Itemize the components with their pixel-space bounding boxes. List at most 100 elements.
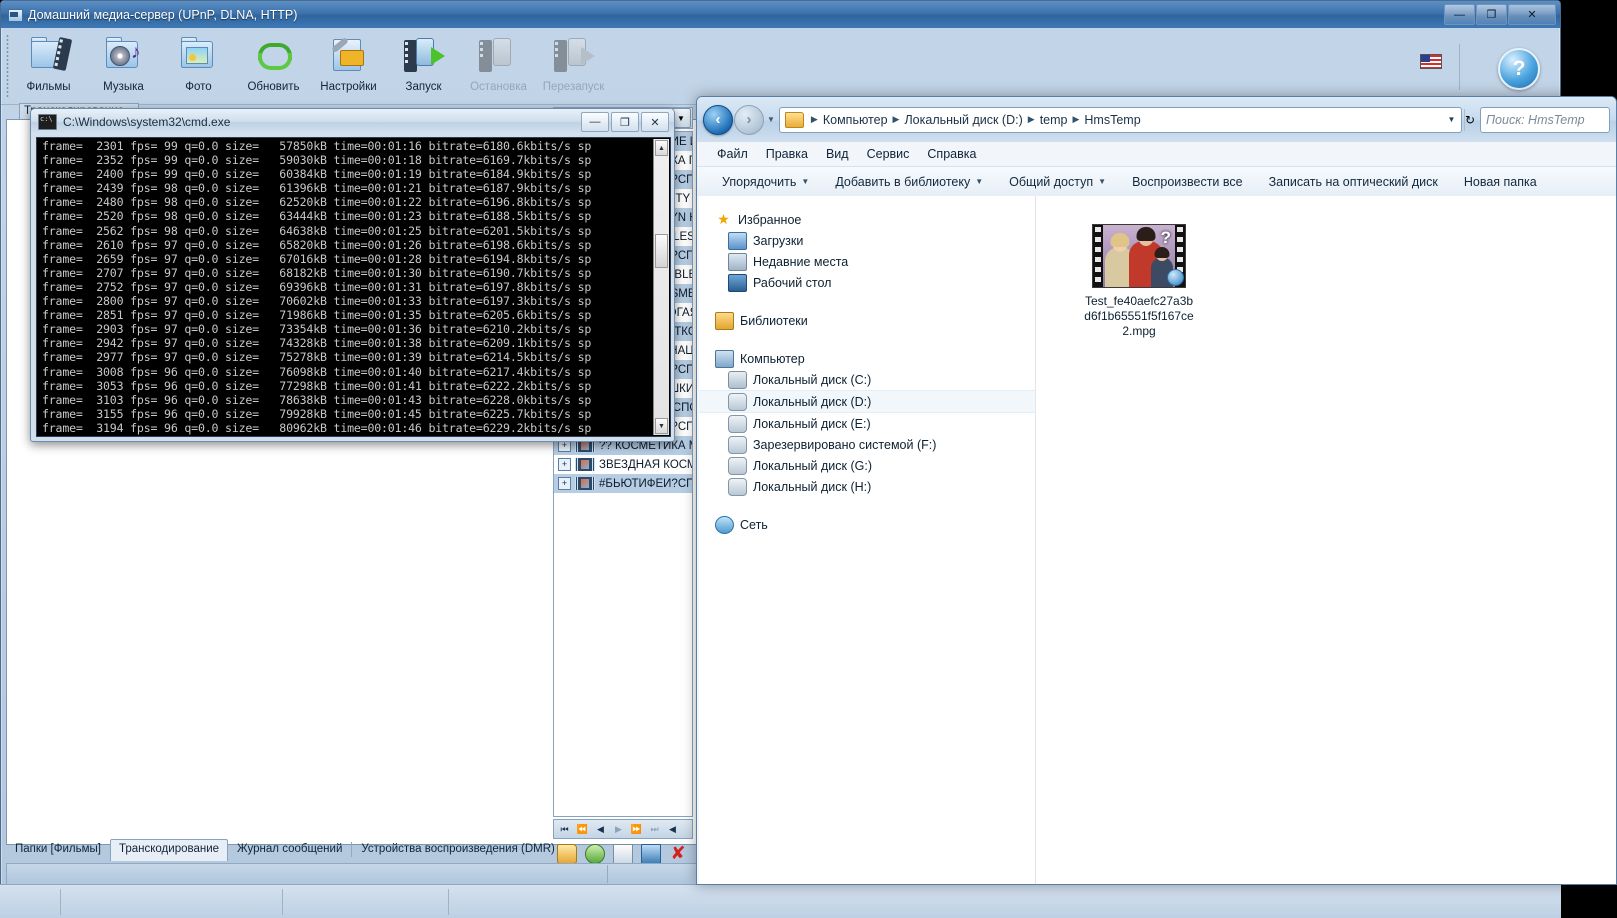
breadcrumb-separator: ▶ — [1028, 114, 1035, 125]
nav-tree-item[interactable]: Рабочий стол — [697, 272, 1035, 293]
hms-title-bar[interactable]: Домашний медиа-сервер (UPnP, DLNA, HTTP)… — [1, 1, 1560, 28]
toolbar-button-start[interactable]: Запуск — [386, 31, 461, 93]
command-bar-item-1[interactable]: Добавить в библиотеку▼ — [822, 167, 996, 196]
toolbar-button-refresh[interactable]: Обновить — [236, 31, 311, 93]
command-bar-label: Общий доступ — [1009, 175, 1093, 189]
hms-maximize-button[interactable]: ❐ — [1476, 4, 1507, 25]
toolbar-label-refresh: Обновить — [236, 81, 311, 93]
cmd-scrollbar-thumb[interactable] — [655, 234, 668, 268]
toolbar-button-music[interactable]: ♪ Музыка — [86, 31, 161, 93]
nav-group-spacer — [697, 497, 1035, 514]
expand-plus-icon[interactable]: + — [558, 477, 571, 490]
nav-group-spacer — [697, 331, 1035, 348]
add-folder-icon[interactable] — [585, 844, 605, 864]
playback-nav-button-0[interactable]: ⏮ — [556, 821, 573, 837]
menu-item-вид[interactable]: Вид — [826, 147, 849, 161]
playback-nav-button-3[interactable]: ▶ — [610, 821, 627, 837]
nav-tree-item[interactable]: Недавние места — [697, 251, 1035, 272]
explorer-main-area: ★ИзбранноеЗагрузкиНедавние местаРабочий … — [697, 196, 1616, 884]
menu-item-правка[interactable]: Правка — [766, 147, 808, 161]
command-bar-item-5[interactable]: Новая папка — [1451, 167, 1550, 196]
list-item[interactable]: +ЗВЕЗДНАЯ КОСМЕТИ — [554, 455, 692, 474]
hms-minimize-button[interactable]: — — [1444, 4, 1475, 25]
scroll-down-icon[interactable]: ▼ — [655, 418, 668, 434]
nav-tree-item[interactable]: Локальный диск (D:) — [697, 390, 1035, 413]
breadcrumb-item-0[interactable]: Компьютер — [823, 113, 888, 127]
scroll-up-icon[interactable]: ▲ — [655, 140, 668, 156]
explorer-command-bar: Упорядочить▼Добавить в библиотеку▼Общий … — [697, 166, 1616, 197]
toolbar-button-restart[interactable]: Перезапуск — [536, 31, 611, 93]
cmd-minimize-button[interactable]: — — [581, 112, 609, 132]
chevron-down-icon[interactable]: ▼ — [801, 177, 809, 186]
back-arrow-icon[interactable]: ‹ — [703, 105, 733, 135]
search-input[interactable]: Поиск: HmsTemp — [1480, 107, 1610, 133]
nav-tree-item[interactable]: Зарезервировано системой (F:) — [697, 434, 1035, 455]
hms-close-button[interactable]: ✕ — [1508, 4, 1556, 25]
command-bar-item-4[interactable]: Записать на оптический диск — [1256, 167, 1451, 196]
expand-plus-icon[interactable]: + — [558, 458, 571, 471]
hms-tab-3[interactable]: Устройства воспроизведения (DMR) — [352, 839, 563, 861]
explorer-menu-bar: Файл Правка Вид Сервис Справка — [697, 142, 1616, 166]
downloads-icon — [728, 232, 747, 250]
hms-tab-0[interactable]: Папки [Фильмы] — [6, 839, 110, 861]
toolbar-button-movies[interactable]: Фильмы — [11, 31, 86, 93]
toolbar-button-stop[interactable]: Остановка — [461, 31, 536, 93]
command-bar-item-3[interactable]: Воспроизвести все — [1119, 167, 1256, 196]
hms-tab-1[interactable]: Транскодирование — [110, 839, 228, 861]
command-bar-item-0[interactable]: Упорядочить▼ — [709, 167, 822, 196]
nav-tree-item[interactable]: Загрузки — [697, 230, 1035, 251]
cmd-scrollbar[interactable]: ▲ ▼ — [653, 139, 669, 435]
breadcrumb-item-2[interactable]: temp — [1040, 113, 1068, 127]
playback-nav-button-6[interactable]: ◀ — [664, 821, 681, 837]
hms-tab-2[interactable]: Журнал сообщений — [228, 839, 351, 861]
nav-tree-item[interactable]: Библиотеки — [697, 310, 1035, 331]
music-folder-icon: ♪ — [86, 31, 161, 79]
toolbar-button-photo[interactable]: Фото — [161, 31, 236, 93]
forward-arrow-icon[interactable]: › — [734, 105, 764, 135]
nav-tree-item[interactable]: Компьютер — [697, 348, 1035, 369]
nav-tree-item[interactable]: ★Избранное — [697, 209, 1035, 230]
nav-tree-item[interactable]: Локальный диск (H:) — [697, 476, 1035, 497]
media-overlay-icon — [1167, 269, 1184, 286]
playback-nav-button-2[interactable]: ◀ — [592, 821, 609, 837]
hms-tab-label: Устройства воспроизведения (DMR) — [361, 843, 554, 855]
nav-tree-item[interactable]: Локальный диск (C:) — [697, 369, 1035, 390]
stop-server-icon — [461, 31, 536, 79]
cmd-maximize-button[interactable]: ❐ — [611, 112, 639, 132]
playback-nav-button-4[interactable]: ⏩ — [628, 821, 645, 837]
history-dropdown-icon[interactable]: ▼ — [767, 115, 775, 124]
cmd-console-body[interactable]: frame= 2301 fps= 99 q=0.0 size= 57850kB … — [36, 137, 671, 437]
cmd-close-button[interactable]: ✕ — [641, 112, 669, 132]
cmd-title-bar[interactable]: C:\Windows\system32\cmd.exe — ❐ ✕ — [31, 109, 674, 135]
delete-icon[interactable]: ✘ — [669, 845, 687, 863]
nav-tree-item[interactable]: Сеть — [697, 514, 1035, 535]
breadcrumb-item-3[interactable]: HmsTemp — [1084, 113, 1140, 127]
explorer-navigation-pane[interactable]: ★ИзбранноеЗагрузкиНедавние местаРабочий … — [697, 196, 1036, 884]
menu-item-файл[interactable]: Файл — [717, 147, 748, 161]
menu-item-сервис[interactable]: Сервис — [867, 147, 910, 161]
edit-icon[interactable] — [613, 844, 633, 864]
list-item[interactable]: ? Test_fe40aefc27a3bd6f1b65551f5f167ce2.… — [1084, 224, 1194, 339]
breadcrumb[interactable]: ▶ Компьютер ▶ Локальный диск (D:) ▶ temp… — [779, 107, 1462, 133]
breadcrumb-item-1[interactable]: Локальный диск (D:) — [904, 113, 1022, 127]
desktop-icon — [728, 274, 747, 292]
nav-tree-item[interactable]: Локальный диск (G:) — [697, 455, 1035, 476]
us-flag-icon[interactable] — [1420, 54, 1442, 69]
chevron-down-icon[interactable]: ▼ — [975, 177, 983, 186]
toolbar-label-restart: Перезапуск — [536, 81, 611, 93]
chevron-down-icon[interactable]: ▼ — [1098, 177, 1106, 186]
explorer-content-pane[interactable]: ? Test_fe40aefc27a3bd6f1b65551f5f167ce2.… — [1036, 196, 1616, 884]
help-question-icon[interactable]: ? — [1498, 48, 1540, 90]
playback-nav-button-5[interactable]: ⏭ — [646, 821, 663, 837]
toolbar-button-settings[interactable]: Настройки — [311, 31, 386, 93]
hms-toolbar: Фильмы ♪ Музыка Фото Обновить Настройки — [1, 28, 1560, 105]
nav-tree-item[interactable]: Локальный диск (E:) — [697, 413, 1035, 434]
list-item[interactable]: +#БЬЮТИФЕИ?СПАЛЬМ — [554, 474, 692, 493]
nav-tree-label: Локальный диск (G:) — [753, 459, 872, 473]
refresh-icon[interactable]: ↻ — [1465, 113, 1475, 127]
command-bar-item-2[interactable]: Общий доступ ▼ — [996, 167, 1119, 196]
copy-icon[interactable] — [641, 844, 661, 864]
menu-item-справка[interactable]: Справка — [927, 147, 976, 161]
address-dropdown-icon[interactable]: ▼ — [1444, 115, 1459, 124]
playback-nav-button-1[interactable]: ⏪ — [574, 821, 591, 837]
